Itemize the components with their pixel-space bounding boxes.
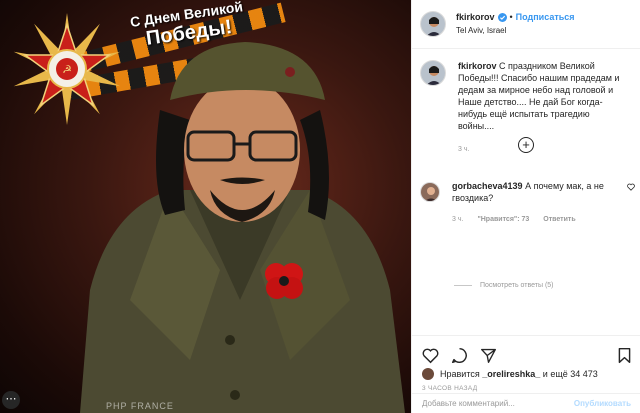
caption-username[interactable]: fkirkorov (458, 61, 497, 71)
heart-icon[interactable] (422, 347, 439, 364)
comment-input[interactable]: Добавьте комментарий... (422, 399, 574, 408)
like-comment-heart-icon[interactable] (627, 183, 635, 191)
photo-watermark: PHP FRANCE (106, 401, 174, 411)
instagram-post: С Днем Великой Победы! ☭ PHP FRANCE ⋯ fk… (0, 0, 640, 413)
more-options-icon[interactable]: ⋯ (2, 391, 20, 409)
comment-time[interactable]: 3 ч. (452, 214, 463, 226)
header-username[interactable]: fkirkorov (456, 11, 495, 24)
likes-count[interactable]: и ещё 34 473 (543, 369, 598, 379)
comment-username[interactable]: gorbacheva4139 (452, 181, 523, 191)
comment-likes[interactable]: "Нравится": 73 (477, 214, 529, 226)
post-side-panel: fkirkorov • Подписаться Tel Aviv, Israel (411, 0, 640, 413)
post-photo[interactable]: С Днем Великой Победы! ☭ PHP FRANCE ⋯ (0, 0, 411, 413)
caption-text: С праздником Великой Победы!!! Спасибо н… (458, 61, 620, 131)
follow-button[interactable]: Подписаться (516, 11, 575, 24)
replies-divider (454, 285, 472, 286)
liker-avatar[interactable] (422, 368, 434, 380)
post-header: fkirkorov • Подписаться Tel Aviv, Israel (412, 0, 640, 49)
bookmark-icon[interactable] (616, 347, 633, 364)
reply-button[interactable]: Ответить (543, 214, 575, 226)
view-replies-button[interactable]: Посмотреть ответы (5) (454, 282, 554, 289)
liker-username[interactable]: _orelireshka_ (482, 369, 540, 379)
add-comment-bar: Добавьте комментарий... Опубликовать (412, 393, 640, 413)
share-icon[interactable] (480, 347, 497, 364)
caption-time[interactable]: 3 ч. (458, 144, 628, 156)
post-location[interactable]: Tel Aviv, Israel (456, 24, 575, 37)
load-more-comments-icon[interactable]: + (518, 137, 534, 153)
likes-summary: Нравится _orelireshka_ и ещё 34 473 (412, 366, 640, 382)
view-replies-label: Посмотреть ответы (5) (480, 282, 554, 289)
avatar[interactable] (420, 11, 446, 37)
header-separator: • (509, 12, 513, 22)
comment-avatar[interactable] (420, 182, 440, 202)
likes-prefix: Нравится (440, 369, 480, 379)
comment-icon[interactable] (451, 347, 468, 364)
caption-avatar[interactable] (420, 60, 446, 86)
comment-item: gorbacheva4139 А почему мак, а не гвозди… (420, 180, 635, 226)
publish-button[interactable]: Опубликовать (574, 399, 631, 408)
verified-badge-icon (497, 13, 507, 22)
portrait-figure (80, 42, 405, 413)
